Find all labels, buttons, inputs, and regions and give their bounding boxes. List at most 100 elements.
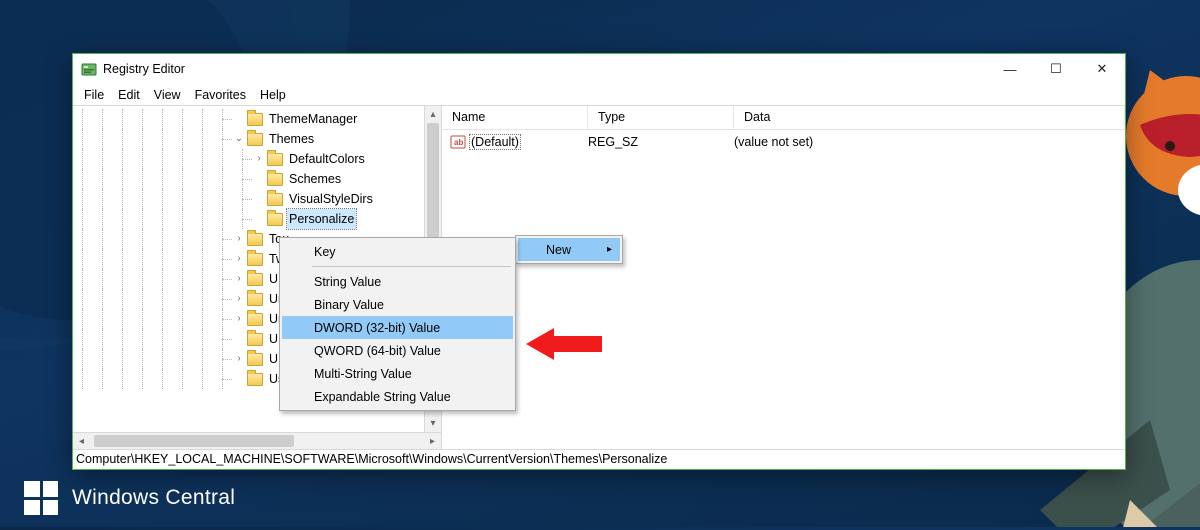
context-submenu-new: Key String Value Binary Value DWORD (32-bit… [279, 237, 516, 411]
folder-icon [247, 253, 263, 266]
registry-editor-window: Registry Editor — ☐ ✕ File Edit View Fav… [72, 53, 1126, 470]
titlebar[interactable]: Registry Editor — ☐ ✕ [73, 54, 1125, 84]
folder-icon [247, 353, 263, 366]
context-menu-item-label: Binary Value [314, 298, 384, 312]
context-menu-item[interactable]: Key [282, 240, 513, 263]
menu-edit[interactable]: Edit [111, 87, 147, 103]
context-menu-item-label: Expandable String Value [314, 390, 451, 404]
folder-icon [247, 333, 263, 346]
folder-icon [247, 313, 263, 326]
folder-icon [267, 153, 283, 166]
chevron-up-icon: ▴ [430, 109, 435, 120]
tree-item-label: Personalize [287, 209, 356, 229]
scroll-right-button[interactable]: ▸ [424, 433, 441, 450]
tree-expander[interactable]: › [233, 309, 245, 329]
close-icon: ✕ [1097, 61, 1108, 77]
string-value-icon: ab [450, 134, 466, 150]
folder-icon [247, 373, 263, 386]
status-path: Computer\HKEY_LOCAL_MACHINE\SOFTWARE\Mic… [76, 452, 667, 466]
folder-icon [267, 213, 283, 226]
chevron-left-icon: ◂ [79, 436, 84, 447]
tree-item[interactable]: Personalize [73, 209, 441, 229]
window-controls: — ☐ ✕ [987, 54, 1125, 84]
menubar: File Edit View Favorites Help [73, 84, 1125, 105]
scroll-thumb[interactable] [94, 435, 294, 447]
tree-item[interactable]: Schemes [73, 169, 441, 189]
tree-expander[interactable]: ⌄ [233, 129, 245, 149]
context-menu-item[interactable]: Multi-String Value [282, 362, 513, 385]
context-menu-item-label: DWORD (32-bit) Value [314, 321, 440, 335]
tree-item[interactable]: VisualStyleDirs [73, 189, 441, 209]
context-menu-item[interactable]: String Value [282, 270, 513, 293]
tree-item-label: Schemes [287, 169, 343, 189]
folder-icon [247, 113, 263, 126]
menu-favorites[interactable]: Favorites [188, 87, 253, 103]
brand-text: Windows Central [72, 486, 235, 510]
client-area: ThemeManager⌄Themes›DefaultColorsSchemes… [73, 105, 1125, 449]
folder-icon [247, 233, 263, 246]
status-bar: Computer\HKEY_LOCAL_MACHINE\SOFTWARE\Mic… [73, 449, 1125, 469]
list-row[interactable]: ab (Default)REG_SZ(value not set) [442, 132, 1125, 151]
tree-expander[interactable]: › [233, 229, 245, 249]
folder-icon [247, 273, 263, 286]
value-type: REG_SZ [588, 135, 734, 149]
folder-icon [247, 293, 263, 306]
tree-expander[interactable]: › [233, 269, 245, 289]
close-button[interactable]: ✕ [1079, 54, 1125, 84]
scroll-down-button[interactable]: ▾ [425, 415, 441, 432]
tree-item-label: DefaultColors [287, 149, 367, 169]
tree-item-label: Themes [267, 129, 316, 149]
minimize-button[interactable]: — [987, 54, 1033, 84]
context-menu-item-label: Key [314, 245, 336, 259]
tree-item[interactable]: ⌄ Themes [73, 129, 441, 149]
context-menu: New ▸ [515, 235, 623, 264]
folder-icon [267, 193, 283, 206]
column-name[interactable]: Name [442, 106, 588, 129]
tree-item[interactable]: › DefaultColors [73, 149, 441, 169]
regedit-icon [81, 61, 97, 77]
scroll-track[interactable] [90, 433, 424, 450]
minimize-icon: — [1004, 62, 1017, 77]
folder-icon [267, 173, 283, 186]
tree-horizontal-scrollbar[interactable]: ◂ ▸ [73, 432, 441, 449]
tree-item[interactable]: ThemeManager [73, 109, 441, 129]
annotation-arrow [526, 326, 602, 365]
context-menu-separator [312, 266, 511, 267]
tree-item-label: ThemeManager [267, 109, 359, 129]
tree-expander[interactable]: › [233, 249, 245, 269]
column-type[interactable]: Type [588, 106, 734, 129]
svg-text:ab: ab [454, 138, 463, 147]
menu-help[interactable]: Help [253, 87, 293, 103]
context-menu-item-label: QWORD (64-bit) Value [314, 344, 441, 358]
tree-expander[interactable]: › [233, 349, 245, 369]
tree-expander[interactable]: › [233, 289, 245, 309]
window-title: Registry Editor [103, 62, 185, 76]
windows-logo-icon [24, 481, 58, 515]
menu-file[interactable]: File [77, 87, 111, 103]
scroll-up-button[interactable]: ▴ [425, 106, 441, 123]
context-menu-item-label: New [546, 243, 571, 257]
tree-item-label: VisualStyleDirs [287, 189, 375, 209]
context-menu-item[interactable]: QWORD (64-bit) Value [282, 339, 513, 362]
context-menu-item-label: String Value [314, 275, 381, 289]
context-menu-item[interactable]: DWORD (32-bit) Value [282, 316, 513, 339]
tree-expander[interactable]: › [253, 149, 265, 169]
context-menu-item-new[interactable]: New ▸ [518, 238, 620, 261]
watermark-brand: Windows Central [24, 481, 235, 515]
chevron-right-icon: ▸ [430, 436, 435, 447]
maximize-icon: ☐ [1050, 61, 1062, 77]
context-menu-item[interactable]: Expandable String Value [282, 385, 513, 408]
context-menu-item-label: Multi-String Value [314, 367, 412, 381]
menu-view[interactable]: View [147, 87, 188, 103]
values-pane: Name Type Data ab (Default)REG_SZ(value n… [442, 106, 1125, 449]
column-data[interactable]: Data [734, 106, 1125, 129]
value-name: (Default) [470, 135, 588, 149]
chevron-down-icon: ▾ [430, 418, 435, 429]
values-list[interactable]: ab (Default)REG_SZ(value not set) [442, 130, 1125, 449]
folder-icon [247, 133, 263, 146]
maximize-button[interactable]: ☐ [1033, 54, 1079, 84]
values-header: Name Type Data [442, 106, 1125, 130]
context-menu-item[interactable]: Binary Value [282, 293, 513, 316]
value-data: (value not set) [734, 135, 1125, 149]
scroll-left-button[interactable]: ◂ [73, 433, 90, 450]
